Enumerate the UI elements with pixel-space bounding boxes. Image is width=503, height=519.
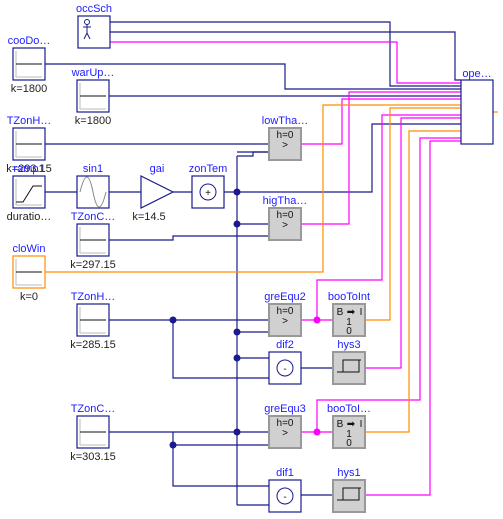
integer-symbol: I xyxy=(360,419,363,430)
wire xyxy=(365,117,461,369)
block-parameter: k=1800 xyxy=(11,83,47,95)
block-label: TZonH… xyxy=(71,291,116,303)
block-warUp: warUp… k=1800 xyxy=(71,67,115,127)
controller-box xyxy=(460,79,494,145)
block-lowTha: lowTha…h=0> xyxy=(262,115,308,161)
block-ope: ope… xyxy=(460,68,494,145)
block-parameter: k=297.15 xyxy=(70,259,116,271)
operator-symbol: > xyxy=(282,428,288,439)
block-hys3: hys3 xyxy=(332,339,366,385)
block-label: TZonC… xyxy=(71,211,116,223)
wire xyxy=(316,137,461,432)
wire xyxy=(172,432,269,446)
block-box xyxy=(332,351,366,385)
false-value: 0 xyxy=(346,326,352,337)
operator-symbol: - xyxy=(283,364,286,375)
wire xyxy=(365,140,461,496)
block-label: lowTha… xyxy=(262,115,308,127)
block-dif2: dif2 - xyxy=(268,339,302,385)
block-hys1: hys1 xyxy=(332,467,366,513)
wire xyxy=(301,91,461,225)
block-parameter: duratio… xyxy=(7,211,52,223)
block-label: gai xyxy=(150,163,165,175)
wire xyxy=(301,98,461,145)
block-label: occSch xyxy=(76,3,112,15)
block-label: zonTem xyxy=(189,163,228,175)
block-box xyxy=(332,479,366,513)
block-label: dif2 xyxy=(276,339,294,351)
block-label: booToInt xyxy=(328,291,370,303)
gain-triangle xyxy=(140,175,175,209)
block-label: greEqu2 xyxy=(264,291,306,303)
operator-symbol: > xyxy=(282,220,288,231)
block-booToInt: booToIntB ➡ I10 xyxy=(328,291,370,337)
block-label: hys1 xyxy=(337,467,360,479)
block-parameter: k=303.15 xyxy=(70,451,116,463)
block-sin1: sin1 xyxy=(76,163,110,209)
wire xyxy=(316,114,461,320)
block-label: TZonC… xyxy=(71,403,116,415)
boolean-symbol: B xyxy=(337,419,344,430)
wire xyxy=(365,107,461,321)
block-TZonC2: TZonC… k=303.15 xyxy=(70,403,116,463)
block-cloWin: cloWin k=0 xyxy=(12,243,46,303)
block-dif1: dif1 - xyxy=(268,467,302,513)
operator-symbol: > xyxy=(282,140,288,151)
block-label: sin1 xyxy=(83,163,103,175)
block-label: cooDo… xyxy=(8,35,51,47)
block-cooDo: cooDo… k=1800 xyxy=(8,35,51,95)
false-value: 0 xyxy=(346,438,352,449)
operator-symbol: + xyxy=(205,188,211,199)
modelica-diagram: occSch cooDo… k=1800 warUp… k=1800 TZonH… k=29… xyxy=(6,3,498,513)
integer-symbol: I xyxy=(360,307,363,318)
junction-dot xyxy=(233,188,241,196)
block-label: ramp1 xyxy=(13,163,44,175)
block-label: booToI… xyxy=(327,403,371,415)
block-label: hys3 xyxy=(337,339,360,351)
block-TZonH2: TZonH… k=285.15 xyxy=(70,291,116,351)
wire xyxy=(237,151,269,157)
junction-dot xyxy=(233,328,241,336)
block-parameter: k=285.15 xyxy=(70,339,116,351)
block-greEqu3: greEqu3h=0> xyxy=(264,403,306,449)
wire xyxy=(172,445,269,487)
block-label: dif1 xyxy=(276,467,294,479)
block-parameter: k=14.5 xyxy=(132,211,165,223)
block-gai: gai k=14.5 xyxy=(132,163,175,223)
block-booToI: booToI…B ➡ I10 xyxy=(327,403,371,449)
wire xyxy=(365,130,461,433)
wire xyxy=(109,235,269,241)
block-label: greEqu3 xyxy=(264,403,306,415)
block-label: TZonH… xyxy=(7,115,52,127)
block-TZonC1: TZonC… k=297.15 xyxy=(70,211,116,271)
block-greEqu2: greEqu2h=0> xyxy=(264,291,306,337)
operator-symbol: > xyxy=(282,316,288,327)
block-parameter: k=0 xyxy=(20,291,38,303)
block-label: ope… xyxy=(462,68,491,80)
block-zonTem: zonTem + xyxy=(189,163,228,209)
wire xyxy=(172,320,269,379)
block-occSch: occSch xyxy=(76,3,112,49)
block-label: cloWin xyxy=(12,243,45,255)
block-parameter: k=1800 xyxy=(75,115,111,127)
block-box xyxy=(77,15,111,49)
block-label: higTha… xyxy=(263,195,308,207)
operator-symbol: - xyxy=(283,492,286,503)
block-higTha: higTha…h=0> xyxy=(263,195,308,241)
junction-dot xyxy=(233,428,241,436)
boolean-symbol: B xyxy=(337,307,344,318)
block-label: warUp… xyxy=(71,67,115,79)
junction-dot xyxy=(233,354,241,362)
